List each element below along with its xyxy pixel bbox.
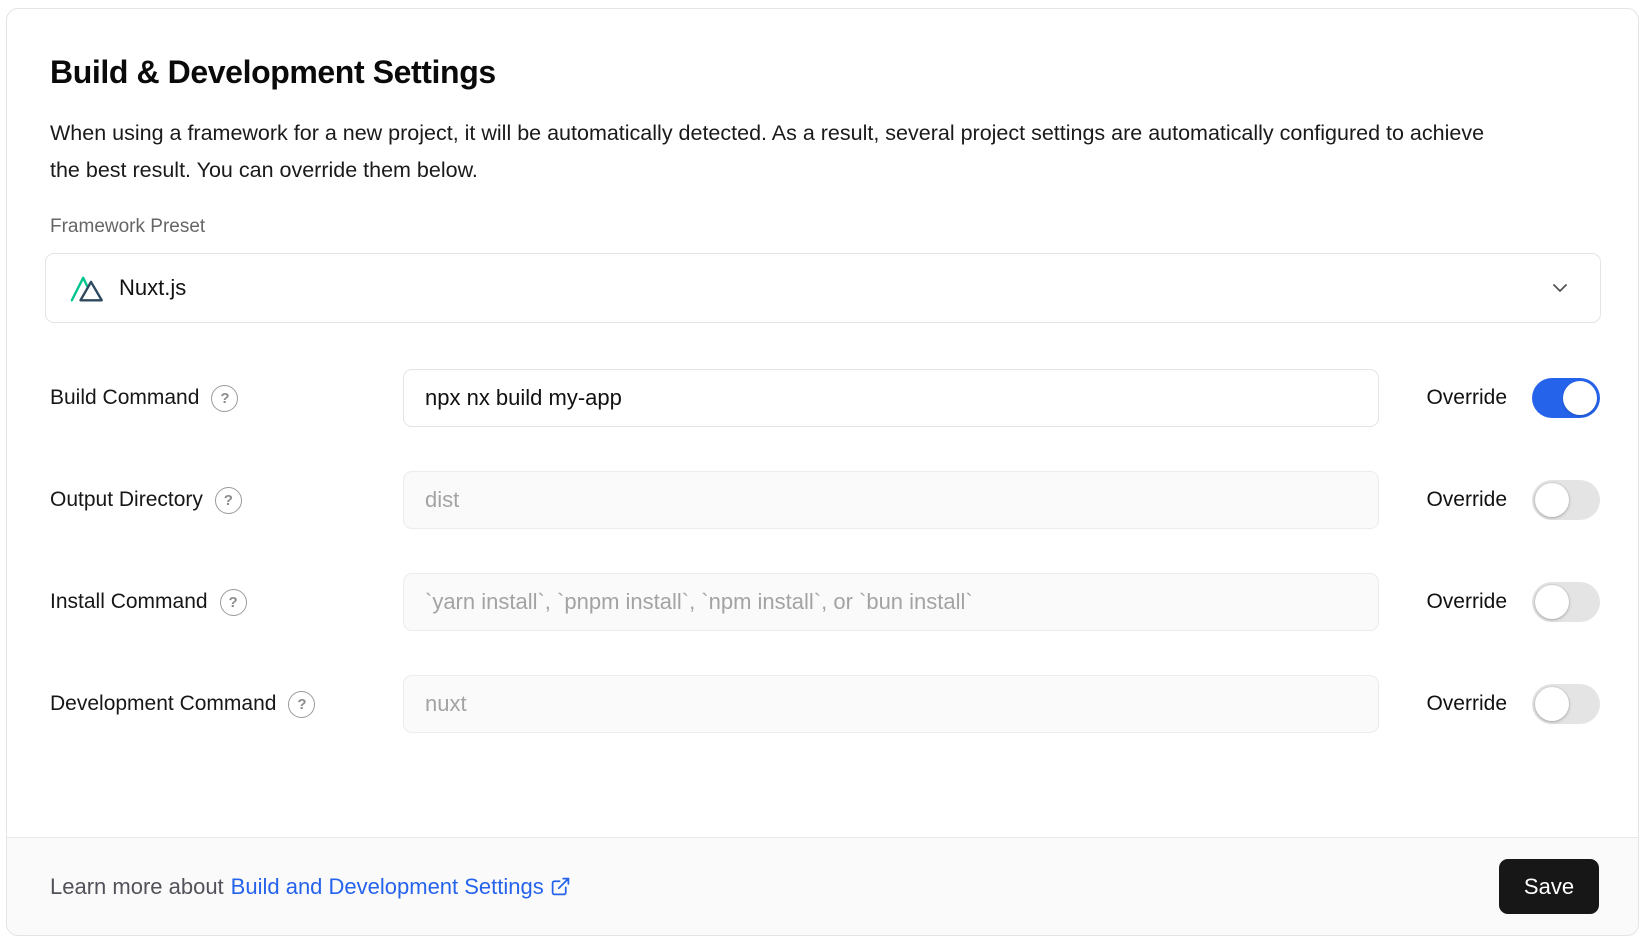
toggle-knob — [1535, 687, 1569, 721]
settings-rows: Build Command ? Override Output Director… — [45, 369, 1600, 733]
override-toggle-install[interactable] — [1532, 582, 1600, 622]
card-body: Build & Development Settings When using … — [7, 9, 1638, 733]
output-directory-input — [403, 471, 1379, 529]
override-label: Override — [1426, 590, 1507, 614]
development-command-input — [403, 675, 1379, 733]
override-label: Override — [1426, 488, 1507, 512]
toggle-knob — [1535, 483, 1569, 517]
development-command-label: Development Command — [50, 692, 276, 716]
framework-preset-value: Nuxt.js — [119, 275, 186, 301]
install-command-label: Install Command — [50, 590, 208, 614]
question-icon[interactable]: ? — [211, 385, 238, 412]
save-button[interactable]: Save — [1499, 859, 1599, 914]
learn-more-text: Learn more about — [50, 874, 224, 900]
install-command-input — [403, 573, 1379, 631]
output-directory-label: Output Directory — [50, 488, 203, 512]
override-label: Override — [1426, 692, 1507, 716]
build-settings-link-text: Build and Development Settings — [231, 874, 544, 900]
toggle-knob — [1535, 585, 1569, 619]
chevron-down-icon — [1548, 276, 1572, 300]
page-title: Build & Development Settings — [50, 53, 1600, 91]
external-link-icon — [550, 876, 571, 897]
nuxt-logo-icon — [70, 274, 104, 302]
build-command-input[interactable] — [403, 369, 1379, 427]
toggle-knob — [1563, 381, 1597, 415]
build-command-row: Build Command ? Override — [45, 369, 1600, 427]
override-toggle-build[interactable] — [1532, 378, 1600, 418]
override-toggle-development[interactable] — [1532, 684, 1600, 724]
development-command-row: Development Command ? Override — [45, 675, 1600, 733]
build-settings-link[interactable]: Build and Development Settings — [231, 874, 571, 900]
override-label: Override — [1426, 386, 1507, 410]
install-command-row: Install Command ? Override — [45, 573, 1600, 631]
build-command-label: Build Command — [50, 386, 199, 410]
override-toggle-output[interactable] — [1532, 480, 1600, 520]
output-directory-row: Output Directory ? Override — [45, 471, 1600, 529]
question-icon[interactable]: ? — [288, 691, 315, 718]
card-footer: Learn more about Build and Development S… — [7, 837, 1638, 935]
question-icon[interactable]: ? — [215, 487, 242, 514]
panel-description: When using a framework for a new project… — [50, 115, 1495, 189]
question-icon[interactable]: ? — [220, 589, 247, 616]
framework-preset-label: Framework Preset — [50, 215, 1600, 239]
framework-preset-select[interactable]: Nuxt.js — [45, 253, 1601, 323]
build-dev-settings-card: Build & Development Settings When using … — [6, 8, 1639, 936]
